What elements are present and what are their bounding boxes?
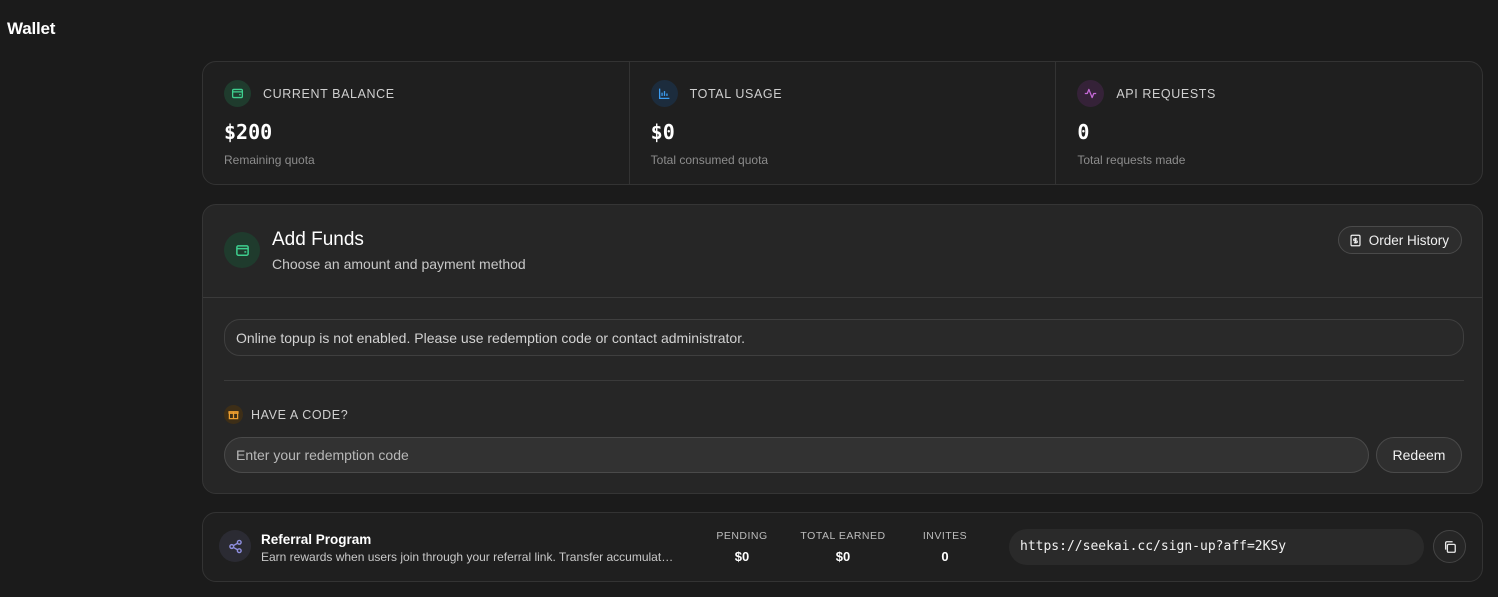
referral-stat-label: PENDING bbox=[716, 530, 768, 542]
order-history-label: Order History bbox=[1368, 232, 1449, 248]
stat-current-balance: CURRENT BALANCE $200 Remaining quota bbox=[203, 62, 629, 184]
page-title: Wallet bbox=[7, 19, 56, 38]
stats-card: CURRENT BALANCE $200 Remaining quota TOT… bbox=[202, 61, 1483, 185]
redeem-code-label: HAVE A CODE? bbox=[251, 407, 349, 422]
stat-value: 0 bbox=[1077, 120, 1090, 144]
redeem-code-header: HAVE A CODE? bbox=[224, 405, 348, 424]
referral-stat-pending: PENDING $0 bbox=[715, 530, 769, 564]
redeem-button[interactable]: Redeem bbox=[1376, 437, 1462, 473]
stat-label: TOTAL USAGE bbox=[689, 86, 783, 101]
referral-stat-value: 0 bbox=[941, 549, 949, 564]
referral-card: Referral Program Earn rewards when users… bbox=[202, 512, 1483, 582]
referral-stat-label: TOTAL EARNED bbox=[800, 530, 886, 542]
stat-label: CURRENT BALANCE bbox=[263, 86, 395, 101]
referral-stat-value: $0 bbox=[734, 549, 750, 564]
receipt-icon bbox=[1349, 234, 1362, 247]
stat-caption: Total requests made bbox=[1077, 153, 1186, 167]
referral-stat-invites: INVITES 0 bbox=[917, 530, 973, 564]
referral-link-field[interactable]: https://seekai.cc/sign-up?aff=2KSy bbox=[1009, 529, 1424, 565]
referral-description: Earn rewards when users join through you… bbox=[261, 550, 676, 564]
wallet-icon bbox=[224, 80, 251, 107]
copy-link-button[interactable] bbox=[1433, 530, 1466, 563]
order-history-button[interactable]: Order History bbox=[1337, 226, 1462, 254]
add-funds-card: Add Funds Choose an amount and payment m… bbox=[202, 204, 1483, 494]
add-funds-subtitle: Choose an amount and payment method bbox=[272, 256, 526, 272]
add-funds-header: Add Funds Choose an amount and payment m… bbox=[203, 205, 1482, 298]
stat-total-usage: TOTAL USAGE $0 Total consumed quota bbox=[628, 62, 1056, 184]
gift-icon bbox=[224, 405, 243, 424]
topup-disabled-notice: Online topup is not enabled. Please use … bbox=[224, 319, 1464, 356]
stat-caption: Remaining quota bbox=[224, 153, 315, 167]
wallet-icon bbox=[224, 232, 260, 268]
redemption-code-input[interactable] bbox=[224, 437, 1369, 473]
divider bbox=[224, 380, 1464, 381]
stat-api-requests: API REQUESTS 0 Total requests made bbox=[1055, 62, 1482, 184]
copy-icon bbox=[1443, 540, 1457, 554]
referral-title: Referral Program bbox=[261, 532, 372, 547]
referral-stat-value: $0 bbox=[835, 549, 851, 564]
referral-stat-label: INVITES bbox=[922, 530, 968, 542]
share-icon bbox=[219, 530, 251, 562]
bar-chart-icon bbox=[650, 80, 678, 107]
stat-caption: Total consumed quota bbox=[650, 153, 769, 167]
activity-icon bbox=[1077, 80, 1105, 107]
stat-value: $0 bbox=[650, 120, 675, 144]
stat-value: $200 bbox=[224, 120, 273, 144]
referral-stat-total-earned: TOTAL EARNED $0 bbox=[799, 530, 887, 564]
stat-label: API REQUESTS bbox=[1116, 86, 1216, 101]
add-funds-title: Add Funds bbox=[272, 229, 364, 250]
